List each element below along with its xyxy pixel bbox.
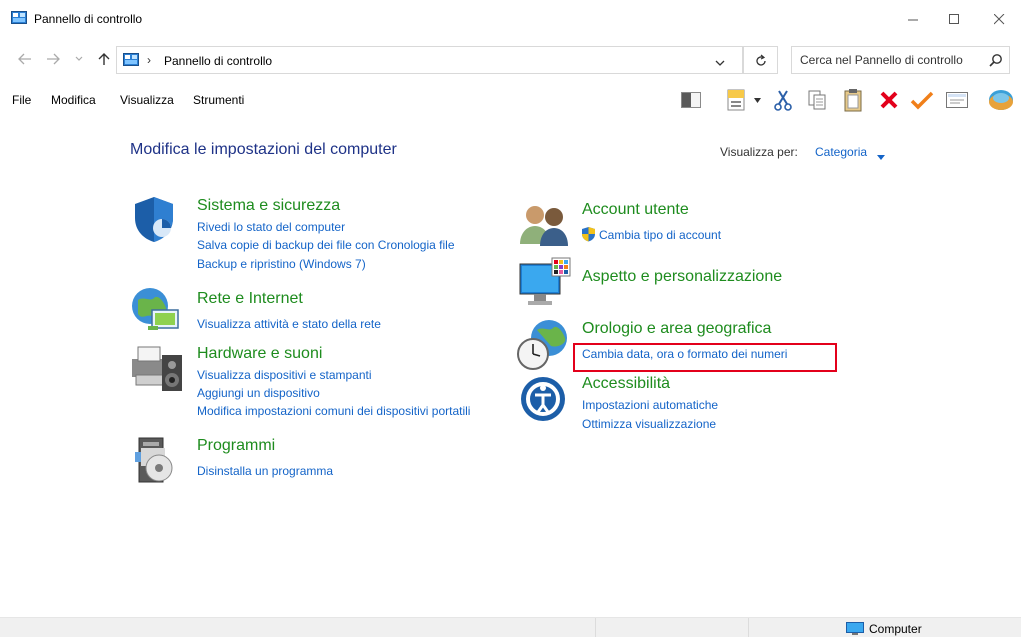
category-title-orologio[interactable]: Orologio e area geografica: [582, 320, 771, 338]
accessibility-icon[interactable]: [519, 375, 567, 426]
chevron-down-icon[interactable]: [877, 149, 885, 163]
link-rivedi-stato[interactable]: Rivedi lo stato del computer: [197, 220, 345, 234]
control-panel-icon: [11, 11, 27, 28]
back-button[interactable]: [16, 50, 34, 68]
link-backup-ripristino[interactable]: Backup e ripristino (Windows 7): [197, 257, 366, 271]
category-title-accessibilita[interactable]: Accessibilità: [582, 375, 670, 393]
window-title: Pannello di controllo: [34, 12, 143, 26]
link-visualizza-attivita-rete[interactable]: Visualizza attività e stato della rete: [197, 317, 381, 331]
title-bar: Pannello di controllo: [0, 0, 1021, 38]
link-salva-backup[interactable]: Salva copie di backup dei file con Crono…: [197, 238, 455, 252]
menu-bar: File Modifica Visualizza Strumenti: [0, 84, 1021, 116]
search-input[interactable]: [800, 52, 980, 68]
programs-icon[interactable]: [133, 434, 179, 487]
up-button[interactable]: [95, 50, 113, 68]
link-impostazioni-automatiche[interactable]: Impostazioni automatiche: [582, 398, 718, 412]
delete-icon[interactable]: [876, 87, 902, 113]
search-box[interactable]: [791, 46, 1010, 74]
link-disinstalla-programma[interactable]: Disinstalla un programma: [197, 464, 333, 478]
category-title-aspetto[interactable]: Aspetto e personalizzazione: [582, 268, 782, 286]
uac-shield-icon: [581, 226, 596, 245]
address-bar[interactable]: › Pannello di controllo: [116, 46, 743, 74]
properties-icon[interactable]: [944, 87, 970, 113]
link-visualizza-dispositivi[interactable]: Visualizza dispositivi e stampanti: [197, 368, 372, 382]
network-globe-icon[interactable]: [130, 286, 182, 337]
highlight-box: [573, 343, 837, 372]
category-title-account[interactable]: Account utente: [582, 201, 689, 219]
menu-strumenti[interactable]: Strumenti: [193, 93, 244, 107]
search-icon[interactable]: [989, 53, 1003, 70]
checkmark-icon[interactable]: [908, 87, 936, 113]
view-by-label: Visualizza per:: [720, 145, 798, 159]
shield-icon[interactable]: [131, 195, 177, 246]
monitor-personalization-icon[interactable]: [518, 256, 572, 311]
page-title: Modifica le impostazioni del computer: [130, 141, 397, 158]
category-title-rete[interactable]: Rete e Internet: [197, 290, 303, 308]
cut-icon[interactable]: [771, 87, 795, 113]
refresh-button[interactable]: [743, 46, 778, 74]
maximize-button[interactable]: [931, 0, 977, 38]
link-cambia-tipo-account[interactable]: Cambia tipo di account: [599, 228, 721, 242]
computer-icon: [846, 622, 864, 637]
recent-locations-chevron-icon[interactable]: [70, 50, 88, 68]
folder-options-icon[interactable]: [724, 87, 748, 113]
internet-explorer-icon[interactable]: [986, 87, 1016, 113]
category-title-hardware[interactable]: Hardware e suoni: [197, 345, 322, 363]
link-dispositivi-portatili[interactable]: Modifica impostazioni comuni dei disposi…: [197, 404, 470, 418]
status-location: Computer: [869, 622, 922, 636]
breadcrumb-separator-icon[interactable]: ›: [147, 53, 151, 67]
status-divider: [595, 618, 596, 637]
preview-pane-button[interactable]: [678, 87, 704, 113]
close-button[interactable]: [976, 0, 1021, 38]
chevron-down-icon[interactable]: [715, 55, 725, 69]
copy-icon[interactable]: [805, 87, 829, 113]
link-ottimizza-visualizzazione[interactable]: Ottimizza visualizzazione: [582, 417, 716, 431]
address-row: › Pannello di controllo: [0, 44, 1021, 76]
category-title-programmi[interactable]: Programmi: [197, 437, 275, 455]
chevron-down-icon[interactable]: [751, 87, 763, 113]
category-title-sistema[interactable]: Sistema e sicurezza: [197, 197, 340, 215]
paste-icon[interactable]: [841, 87, 865, 113]
users-icon[interactable]: [518, 202, 572, 249]
forward-button[interactable]: [44, 50, 62, 68]
control-panel-icon: [123, 53, 139, 70]
clock-globe-icon[interactable]: [515, 318, 571, 375]
breadcrumb[interactable]: Pannello di controllo: [164, 54, 272, 68]
minimize-button[interactable]: [890, 0, 936, 38]
status-bar: Computer: [0, 617, 1021, 637]
printer-speaker-icon[interactable]: [130, 343, 184, 396]
menu-modifica[interactable]: Modifica: [51, 93, 96, 107]
link-aggiungi-dispositivo[interactable]: Aggiungi un dispositivo: [197, 386, 320, 400]
menu-file[interactable]: File: [12, 93, 31, 107]
menu-visualizza[interactable]: Visualizza: [120, 93, 174, 107]
status-divider: [748, 618, 749, 637]
view-by-dropdown[interactable]: Categoria: [815, 145, 867, 159]
